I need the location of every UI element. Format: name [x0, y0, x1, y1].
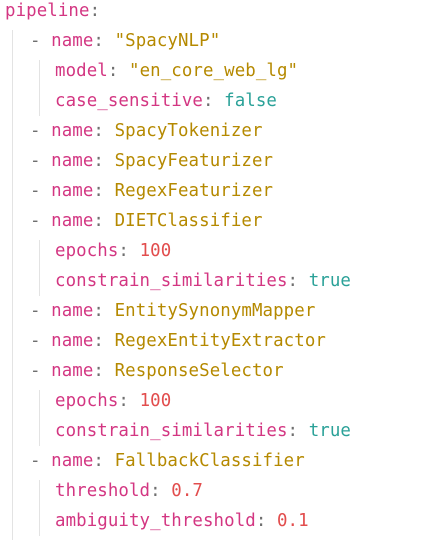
component-name: SpacyFeaturizer [114, 151, 274, 171]
indent-guide [39, 480, 40, 536]
yaml-key: name [51, 211, 94, 231]
list-item: - name: DIETClassifier [30, 206, 263, 236]
indent-guide [39, 240, 40, 296]
property-value: 0.7 [171, 481, 203, 501]
indent-guide [39, 60, 40, 116]
list-dash: - [30, 451, 52, 471]
list-dash: - [30, 31, 52, 51]
property-value: "en_core_web_lg" [129, 61, 299, 81]
code-line-pipeline: pipeline: [5, 0, 100, 26]
yaml-colon: : [118, 241, 140, 261]
property-line: epochs: 100 [55, 236, 171, 266]
yaml-colon: : [202, 91, 225, 111]
list-dash: - [30, 301, 52, 321]
yaml-key: pipeline [5, 1, 90, 21]
list-item: - name: "SpacyNLP" [30, 26, 220, 56]
component-name: EntitySynonymMapper [114, 301, 316, 321]
property-value: 0.1 [276, 511, 309, 531]
yaml-key: name [51, 151, 94, 171]
yaml-colon: : [93, 151, 115, 171]
property-line: case_sensitive: false [55, 86, 277, 116]
property-value: true [308, 421, 351, 441]
list-dash: - [30, 211, 52, 231]
component-name: "SpacyNLP" [114, 31, 221, 51]
yaml-colon: : [93, 181, 115, 201]
yaml-colon: : [93, 121, 115, 141]
yaml-colon: : [89, 1, 101, 21]
yaml-code-editor[interactable]: pipeline: - name: "SpacyNLP" model: "en_c… [0, 0, 428, 540]
yaml-key: constrain_similarities [55, 421, 288, 441]
list-item: - name: ResponseSelector [30, 356, 284, 386]
list-dash: - [30, 151, 52, 171]
property-value: false [224, 91, 277, 111]
yaml-colon: : [287, 271, 309, 291]
list-dash: - [30, 361, 52, 381]
property-value: 100 [139, 391, 172, 411]
yaml-key: name [51, 361, 94, 381]
property-line: constrain_similarities: true [55, 266, 351, 296]
yaml-key: constrain_similarities [55, 271, 288, 291]
property-line: ambiguity_threshold: 0.1 [55, 506, 309, 536]
indent-guide [12, 30, 13, 540]
yaml-colon: : [287, 421, 309, 441]
yaml-colon: : [107, 61, 129, 81]
yaml-key: ambiguity_threshold [55, 511, 256, 531]
list-item: - name: RegexEntityExtractor [30, 326, 326, 356]
property-value: 100 [139, 241, 172, 261]
yaml-key: name [51, 451, 94, 471]
yaml-key: case_sensitive [55, 91, 203, 111]
yaml-colon: : [255, 511, 277, 531]
property-line: model: "en_core_web_lg" [55, 56, 298, 86]
yaml-key: name [51, 181, 94, 201]
yaml-colon: : [93, 451, 115, 471]
list-dash: - [30, 181, 52, 201]
property-value: true [308, 271, 351, 291]
yaml-colon: : [93, 301, 115, 321]
yaml-colon: : [150, 481, 172, 501]
list-item: - name: SpacyFeaturizer [30, 146, 273, 176]
indent-guide [39, 390, 40, 446]
list-item: - name: RegexFeaturizer [30, 176, 273, 206]
component-name: DIETClassifier [114, 211, 263, 231]
list-dash: - [30, 121, 52, 141]
list-item: - name: EntitySynonymMapper [30, 296, 315, 326]
yaml-key: name [51, 121, 94, 141]
list-item: - name: FallbackClassifier [30, 446, 305, 476]
yaml-key: name [51, 301, 94, 321]
yaml-colon: : [93, 361, 115, 381]
yaml-key: epochs [55, 391, 119, 411]
property-line: constrain_similarities: true [55, 416, 351, 446]
yaml-key: name [51, 331, 94, 351]
yaml-colon: : [93, 31, 115, 51]
property-line: epochs: 100 [55, 386, 171, 416]
yaml-colon: : [93, 211, 115, 231]
component-name: RegexEntityExtractor [114, 331, 326, 351]
component-name: RegexFeaturizer [114, 181, 274, 201]
yaml-key: epochs [55, 241, 119, 261]
yaml-colon: : [118, 391, 140, 411]
property-line: threshold: 0.7 [55, 476, 203, 506]
yaml-key: threshold [55, 481, 151, 501]
yaml-key: model [55, 61, 108, 81]
list-item: - name: SpacyTokenizer [30, 116, 263, 146]
component-name: FallbackClassifier [114, 451, 305, 471]
yaml-key: name [51, 31, 94, 51]
component-name: SpacyTokenizer [114, 121, 263, 141]
yaml-colon: : [93, 331, 115, 351]
component-name: ResponseSelector [114, 361, 284, 381]
list-dash: - [30, 331, 52, 351]
